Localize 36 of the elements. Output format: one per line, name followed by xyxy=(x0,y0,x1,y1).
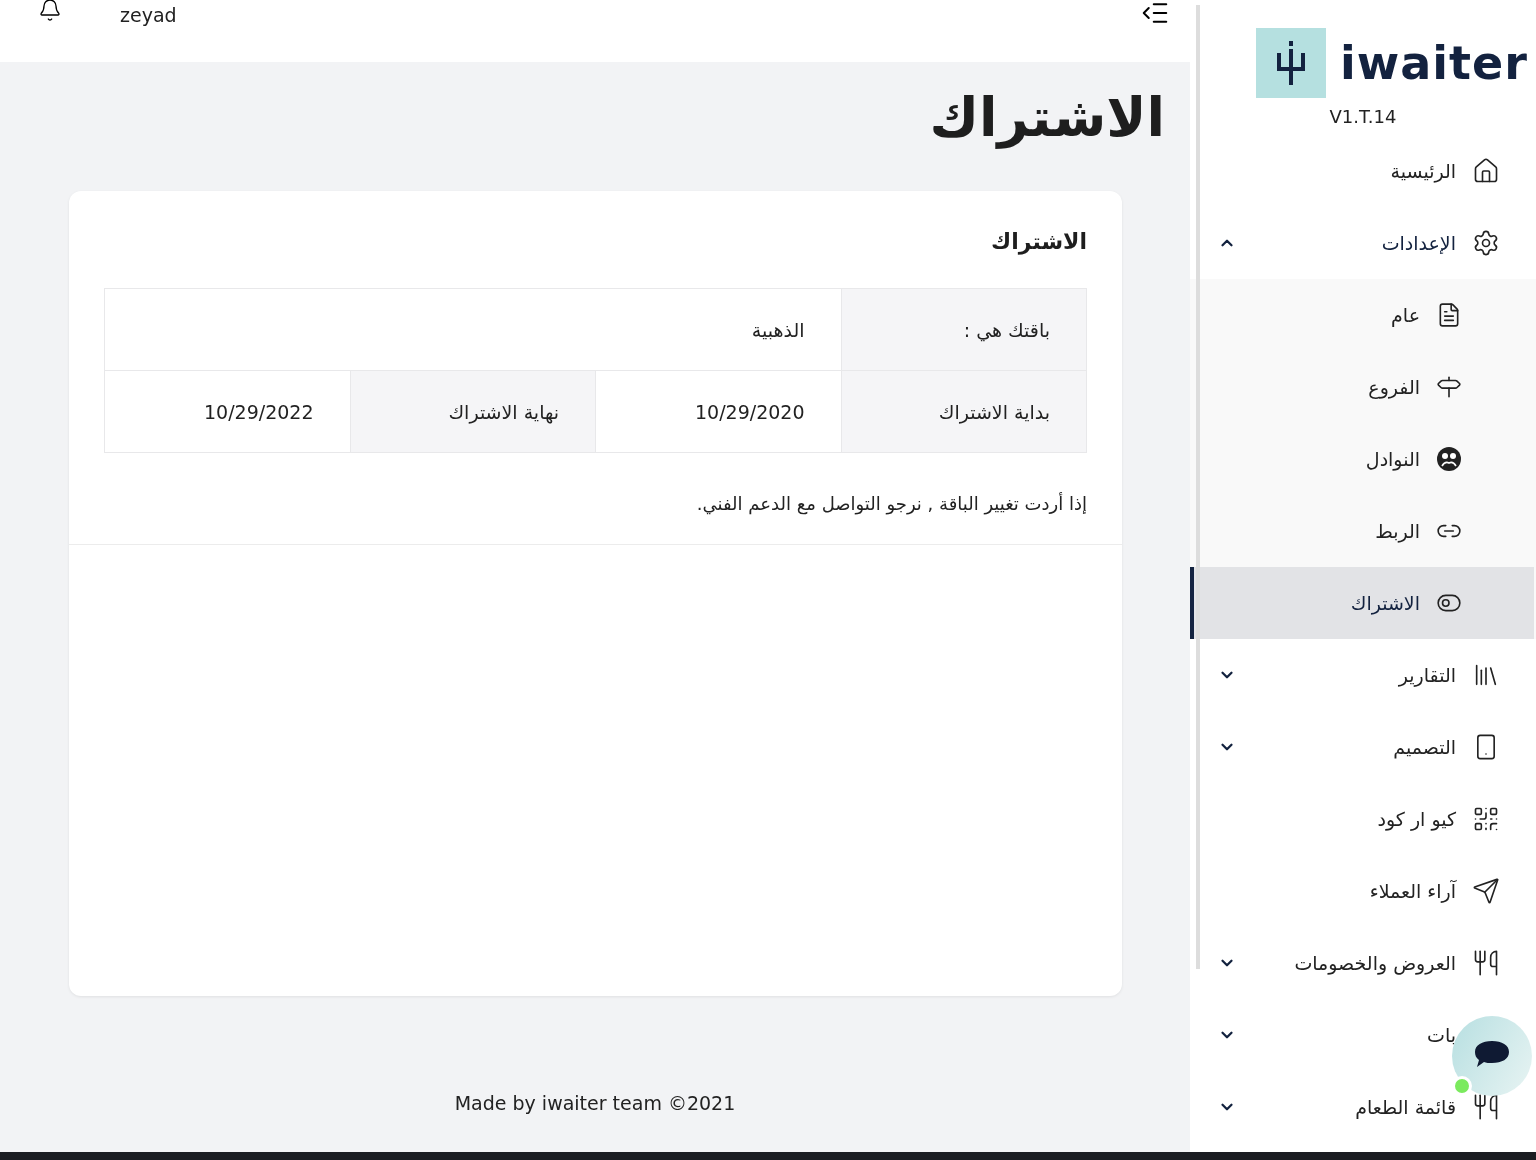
label-cell: بداية الاشتراك xyxy=(840,371,1086,453)
scrollbar[interactable] xyxy=(1196,5,1200,969)
bell-icon[interactable] xyxy=(38,0,62,22)
user-name[interactable]: zeyad xyxy=(120,4,177,26)
sidebar-subitem[interactable]: الربط xyxy=(1190,495,1534,567)
value-cell: 10/29/2022 xyxy=(104,371,350,453)
sidebar-item[interactable]: العروض والخصومات xyxy=(1190,927,1536,999)
value-cell: 10/29/2020 xyxy=(595,371,841,453)
value-cell: الذهبية xyxy=(104,289,841,371)
logo: iwaiter xyxy=(1256,28,1536,98)
home-icon xyxy=(1472,157,1500,185)
trident-icon xyxy=(1274,41,1308,85)
sidebar-item[interactable]: آراء العملاء xyxy=(1190,855,1536,927)
page-title: الاشتراك xyxy=(929,86,1165,149)
sidebar-item[interactable]: كيو ار كود xyxy=(1190,783,1536,855)
qr-code-icon xyxy=(1472,805,1500,833)
version-text: V1.T.14 xyxy=(1328,106,1398,127)
sidebar-item[interactable]: قائمة الطعام xyxy=(1190,1071,1536,1143)
sidebar-item[interactable]: الإعدادات xyxy=(1190,207,1536,279)
sidebar-item[interactable]: الرئيسية xyxy=(1190,135,1536,207)
signpost-icon xyxy=(1436,374,1462,400)
label-cell: نهاية الاشتراك xyxy=(349,371,595,453)
sidebar-item[interactable]: التصميم xyxy=(1190,711,1536,783)
utensils-icon xyxy=(1472,949,1500,977)
note-text: إذا أردت تغيير الباقة , نرجو التواصل مع الدعم الفني. xyxy=(696,493,1087,514)
sidebar-subitem[interactable]: النوادل xyxy=(1190,423,1534,495)
sidebar-subitem[interactable]: الاشتراك xyxy=(1190,567,1534,639)
footer-text: Made by iwaiter team ©2021 xyxy=(454,1092,736,1114)
card-title: الاشتراك xyxy=(991,229,1087,254)
sidebar-subitem[interactable]: عام xyxy=(1190,279,1534,351)
settings-icon xyxy=(1472,229,1500,257)
label-cell: باقتك هي : xyxy=(840,289,1086,371)
utensils-icon xyxy=(1472,1093,1500,1121)
sidebar-item[interactable]: التقارير xyxy=(1190,639,1536,711)
send-icon xyxy=(1472,877,1500,905)
sidebar-subitem[interactable]: الفروع xyxy=(1190,351,1534,423)
